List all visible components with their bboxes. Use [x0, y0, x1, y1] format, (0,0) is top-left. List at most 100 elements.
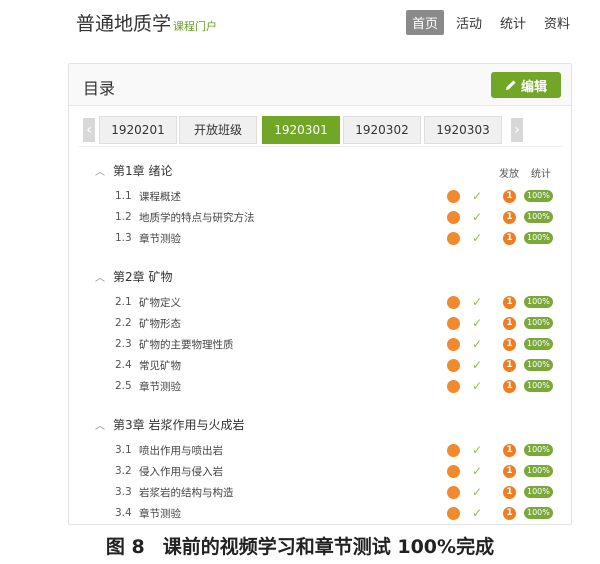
- section-row[interactable]: 3.1 喷出作用与喷出岩 ✓ 1 100%: [115, 440, 565, 460]
- percent-badge[interactable]: 100%: [524, 465, 553, 477]
- tabs-prev-icon[interactable]: ‹: [83, 118, 95, 142]
- tab-1920201[interactable]: 1920201: [99, 116, 177, 144]
- task-dot-icon: [447, 464, 460, 478]
- section-status: ✓ 1 100%: [447, 189, 553, 203]
- publish-count-badge[interactable]: 1: [503, 358, 516, 372]
- chapter-title: 第2章 矿物: [113, 269, 173, 284]
- check-icon: ✓: [472, 379, 483, 393]
- brand[interactable]: 普通地质学 课程门户: [76, 9, 217, 36]
- section-number: 1.1: [115, 190, 132, 202]
- percent-badge[interactable]: 100%: [524, 380, 553, 392]
- panel-title: 目录: [83, 79, 116, 98]
- section-row[interactable]: 1.3 章节测验 ✓ 1 100%: [115, 228, 565, 248]
- tab-1920302[interactable]: 1920302: [343, 116, 421, 144]
- percent-badge[interactable]: 100%: [524, 190, 553, 202]
- section-status: ✓ 1 100%: [447, 210, 553, 224]
- section-row[interactable]: 2.1 矿物定义 ✓ 1 100%: [115, 292, 565, 312]
- percent-badge[interactable]: 100%: [524, 296, 553, 308]
- section-row[interactable]: 3.4 章节测验 ✓ 1 100%: [115, 503, 565, 523]
- publish-count-badge[interactable]: 1: [503, 316, 516, 330]
- check-icon: ✓: [472, 464, 483, 478]
- chapter-head[interactable]: ︿ 第2章 矿物: [95, 266, 176, 286]
- percent-badge[interactable]: 100%: [524, 232, 553, 244]
- section-number: 2.1: [115, 296, 132, 308]
- section-row[interactable]: 1.1 课程概述 ✓ 1 100%: [115, 186, 565, 206]
- section-row[interactable]: 2.4 常见矿物 ✓ 1 100%: [115, 355, 565, 375]
- publish-count-badge[interactable]: 1: [503, 485, 516, 499]
- figure-number: 图 8: [105, 536, 145, 558]
- publish-count-badge[interactable]: 1: [503, 231, 516, 245]
- section-number: 3.1: [115, 444, 132, 456]
- column-headers: 发放 统计: [499, 165, 551, 180]
- task-dot-icon: [447, 485, 460, 499]
- section-status: ✓ 1 100%: [447, 316, 553, 330]
- percent-badge[interactable]: 100%: [524, 359, 553, 371]
- task-dot-icon: [447, 295, 460, 309]
- task-dot-icon: [447, 443, 460, 457]
- chapter-title: 第3章 岩浆作用与火成岩: [113, 417, 245, 432]
- caret-up-icon[interactable]: ︿: [95, 417, 105, 432]
- task-dot-icon: [447, 379, 460, 393]
- check-icon: ✓: [472, 337, 483, 351]
- publish-count-badge[interactable]: 1: [503, 210, 516, 224]
- publish-count-badge[interactable]: 1: [503, 506, 516, 520]
- top-header: 普通地质学 课程门户 首页 活动 统计 资料: [0, 0, 600, 44]
- check-icon: ✓: [472, 231, 483, 245]
- check-icon: ✓: [472, 210, 483, 224]
- section-row[interactable]: 2.5 章节测验 ✓ 1 100%: [115, 376, 565, 396]
- tab-1920301[interactable]: 1920301: [262, 116, 340, 144]
- check-icon: ✓: [472, 358, 483, 372]
- section-row[interactable]: 2.2 矿物形态 ✓ 1 100%: [115, 313, 565, 333]
- task-dot-icon: [447, 337, 460, 351]
- section-row[interactable]: 2.3 矿物的主要物理性质 ✓ 1 100%: [115, 334, 565, 354]
- section-number: 1.3: [115, 232, 132, 244]
- percent-badge[interactable]: 100%: [524, 507, 553, 519]
- percent-badge[interactable]: 100%: [524, 444, 553, 456]
- publish-count-badge[interactable]: 1: [503, 379, 516, 393]
- chapter-head[interactable]: ︿ 第1章 绪论: [95, 160, 176, 180]
- caret-up-icon[interactable]: ︿: [95, 269, 105, 284]
- figure-caption: 图 8 课前的视频学习和章节测试 100%完成: [0, 532, 600, 559]
- figure-caption-text: 课前的视频学习和章节测试 100%完成: [162, 536, 495, 558]
- publish-count-badge[interactable]: 1: [503, 189, 516, 203]
- nav-activities[interactable]: 活动: [450, 10, 488, 35]
- section-status: ✓ 1 100%: [447, 443, 553, 457]
- percent-badge[interactable]: 100%: [524, 317, 553, 329]
- publish-count-badge[interactable]: 1: [503, 337, 516, 351]
- section-status: ✓ 1 100%: [447, 295, 553, 309]
- section-status: ✓ 1 100%: [447, 379, 553, 393]
- section-number: 2.3: [115, 338, 132, 350]
- check-icon: ✓: [472, 506, 483, 520]
- percent-badge[interactable]: 100%: [524, 486, 553, 498]
- chapter-head[interactable]: ︿ 第3章 岩浆作用与火成岩: [95, 414, 248, 434]
- column-publish: 发放: [499, 169, 519, 180]
- nav-statistics[interactable]: 统计: [494, 10, 532, 35]
- section-number: 3.3: [115, 486, 132, 498]
- percent-badge[interactable]: 100%: [524, 211, 553, 223]
- section-row[interactable]: 3.2 侵入作用与侵入岩 ✓ 1 100%: [115, 461, 565, 481]
- tab-1920303[interactable]: 1920303: [424, 116, 502, 144]
- section-status: ✓ 1 100%: [447, 231, 553, 245]
- nav-resources[interactable]: 资料: [538, 10, 576, 35]
- task-dot-icon: [447, 189, 460, 203]
- tab-open-class[interactable]: 开放班级: [179, 116, 257, 144]
- tabs-next-icon[interactable]: ›: [511, 118, 523, 142]
- check-icon: ✓: [472, 485, 483, 499]
- chapter-title: 第1章 绪论: [113, 163, 173, 178]
- class-tabs: ‹ 1920201 开放班级 1920301 1920302 1920303 ›: [79, 116, 563, 144]
- section-row[interactable]: 3.3 岩浆岩的结构与构造 ✓ 1 100%: [115, 482, 565, 502]
- publish-count-badge[interactable]: 1: [503, 464, 516, 478]
- section-row[interactable]: 1.2 地质学的特点与研究方法 ✓ 1 100%: [115, 207, 565, 227]
- task-dot-icon: [447, 506, 460, 520]
- section-status: ✓ 1 100%: [447, 506, 553, 520]
- task-dot-icon: [447, 358, 460, 372]
- percent-badge[interactable]: 100%: [524, 338, 553, 350]
- publish-count-badge[interactable]: 1: [503, 295, 516, 309]
- task-dot-icon: [447, 316, 460, 330]
- nav-home[interactable]: 首页: [405, 10, 444, 35]
- caret-up-icon[interactable]: ︿: [95, 163, 105, 178]
- edit-button[interactable]: 编辑: [491, 72, 561, 98]
- section-status: ✓ 1 100%: [447, 358, 553, 372]
- edit-button-label: 编辑: [520, 79, 547, 95]
- publish-count-badge[interactable]: 1: [503, 443, 516, 457]
